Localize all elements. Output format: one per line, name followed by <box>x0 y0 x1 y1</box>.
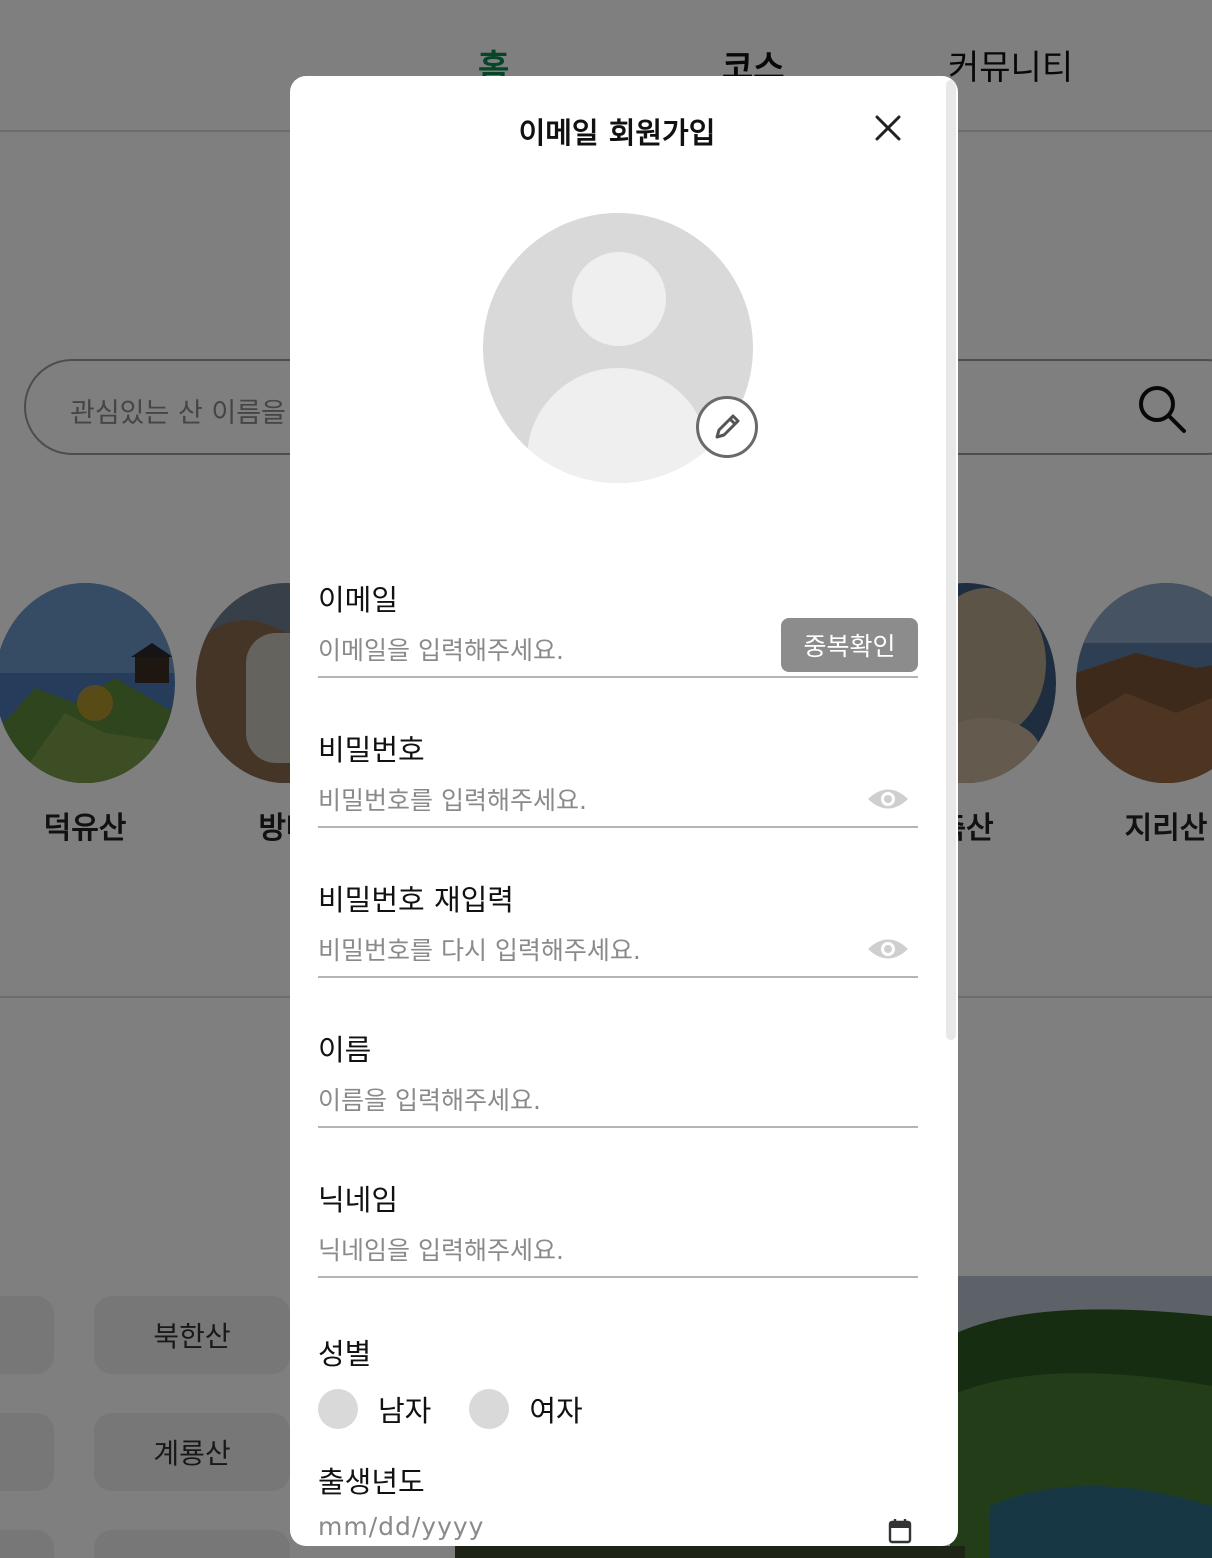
name-field[interactable] <box>318 1078 758 1122</box>
gender-female-label[interactable]: 여자 <box>529 1388 582 1430</box>
name-field-group: 이름 <box>318 1030 918 1128</box>
password-field[interactable] <box>318 778 758 822</box>
modal-scrollbar[interactable] <box>946 80 956 1040</box>
pencil-icon <box>715 414 740 439</box>
nickname-field-group: 닉네임 <box>318 1180 918 1278</box>
password-confirm-field-row <box>318 928 918 978</box>
eye-icon[interactable] <box>866 932 910 966</box>
name-field-row <box>318 1078 918 1128</box>
avatar-body <box>527 368 709 483</box>
password-field-group: 비밀번호 <box>318 730 918 828</box>
gender-field-group: 성별 남자 여자 <box>318 1334 918 1432</box>
password-field-row <box>318 778 918 828</box>
birth-label: 출생년도 <box>318 1465 425 1499</box>
email-field-row: 중복확인 <box>318 618 918 678</box>
modal-title: 이메일 회원가입 <box>518 116 716 150</box>
password-confirm-field-group: 비밀번호 재입력 <box>318 880 918 978</box>
avatar-edit-button[interactable] <box>696 396 758 458</box>
nickname-field[interactable] <box>318 1228 758 1272</box>
eye-icon[interactable] <box>866 782 910 816</box>
gender-label: 성별 <box>318 1337 372 1371</box>
birth-date-placeholder: mm/dd/yyyy <box>318 1512 485 1541</box>
gender-male-radio[interactable] <box>318 1389 358 1429</box>
password-confirm-field[interactable] <box>318 928 758 972</box>
nickname-label: 닉네임 <box>318 1183 399 1217</box>
calendar-icon[interactable] <box>888 1518 912 1544</box>
name-label: 이름 <box>318 1033 372 1067</box>
gender-male-label[interactable]: 남자 <box>378 1388 431 1430</box>
email-label: 이메일 <box>318 583 399 617</box>
close-icon[interactable] <box>870 110 906 146</box>
gender-radio-group: 남자 여자 <box>318 1386 918 1432</box>
duplicate-check-button[interactable]: 중복확인 <box>781 618 918 672</box>
email-field-group: 이메일 중복확인 <box>318 580 918 678</box>
birth-date-input[interactable]: mm/dd/yyyy <box>318 1512 918 1546</box>
birth-field-group: 출생년도 mm/dd/yyyy <box>318 1462 918 1546</box>
nickname-field-row <box>318 1228 918 1278</box>
email-field[interactable] <box>318 628 758 672</box>
avatar-head <box>572 252 666 346</box>
password-confirm-label: 비밀번호 재입력 <box>318 883 514 917</box>
password-label: 비밀번호 <box>318 733 425 767</box>
signup-modal: 이메일 회원가입 이메일 중복확인 비밀번호 <box>290 76 958 1546</box>
gender-female-radio[interactable] <box>469 1389 510 1429</box>
